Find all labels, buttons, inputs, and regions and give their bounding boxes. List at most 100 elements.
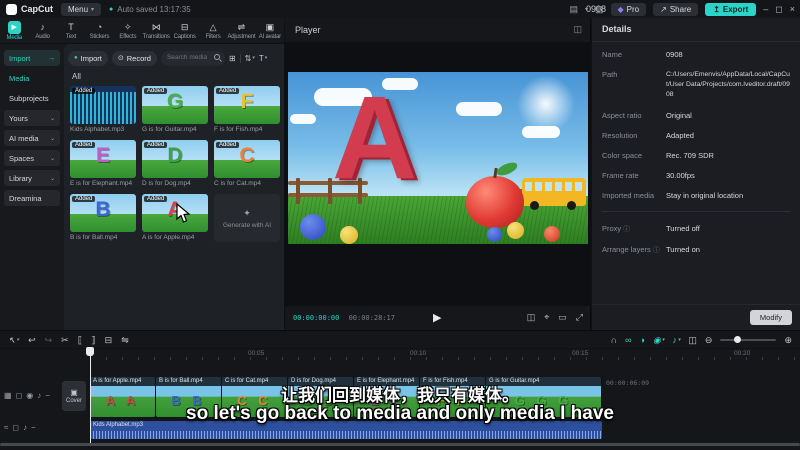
media-item-f-fish[interactable]: Added F F is for Fish.mp4	[214, 86, 280, 133]
filter-icon[interactable]: T ▾	[259, 54, 267, 63]
import-dot-icon: ●	[74, 55, 78, 61]
detail-row-proxy: Proxy ⓘ Turned off	[602, 223, 700, 233]
tab-ai-avatar[interactable]: ▣ AI avatar	[256, 18, 284, 43]
waveform-thumbnail	[70, 92, 136, 124]
chevron-down-icon: ⌄	[49, 135, 55, 142]
pro-diamond-icon: ◆	[617, 4, 624, 14]
zoom-slider-knob[interactable]	[734, 336, 742, 343]
sidebar-item-dreamina[interactable]: Dreamina	[4, 190, 60, 206]
tab-media[interactable]: ▶ Media	[0, 18, 28, 43]
media-item-a-apple[interactable]: Added A A is for Apple.mp4	[142, 194, 208, 241]
ball-blue	[300, 214, 326, 240]
zoom-out-icon[interactable]: ⊖	[705, 335, 713, 346]
detail-row-path: Path C:/Users/Emenvis/AppData/Local/CapCu…	[602, 70, 790, 98]
media-item-c-cat[interactable]: Added C C is for Cat.mp4	[214, 140, 280, 187]
export-button[interactable]: ↥ Export	[705, 2, 757, 16]
audio-waveform	[90, 431, 602, 439]
modify-button[interactable]: Modify	[749, 310, 792, 325]
share-button[interactable]: ↗ Share	[653, 2, 699, 16]
media-item-d-dog[interactable]: Added D D is for Dog.mp4	[142, 140, 208, 187]
tab-filters[interactable]: △ Filters	[199, 18, 227, 43]
minimize-button[interactable]: –	[763, 4, 768, 14]
tab-text[interactable]: T Text	[57, 18, 85, 43]
added-badge: Added	[72, 88, 96, 94]
tab-audio[interactable]: ♪ Audio	[28, 18, 56, 43]
preview-axis-icon[interactable]: ⌖	[544, 312, 549, 323]
import-media-button[interactable]: ● Import	[68, 50, 108, 66]
snapshot-icon[interactable]: ◫	[527, 312, 536, 323]
info-icon: ⓘ	[652, 246, 660, 254]
generate-with-ai-tile[interactable]: ✦ Generate with AI	[214, 194, 280, 242]
titlebar: CapCut Menu ▾ ● Auto saved 13:17:35 0908…	[0, 0, 800, 18]
search-input[interactable]	[166, 51, 211, 64]
school-bus	[522, 178, 586, 210]
layout-toggle-icon[interactable]: ▤	[569, 4, 578, 15]
added-badge: Added	[216, 142, 240, 148]
subtitle-english: so let's go back to media and only media…	[186, 403, 614, 424]
redo-icon[interactable]: ↪	[45, 335, 53, 346]
close-button[interactable]: ×	[790, 4, 795, 14]
menu-label: Menu	[68, 4, 89, 14]
sidebar-item-spaces[interactable]: Spaces ⌄	[4, 150, 60, 166]
sidebar-item-media[interactable]: Media	[4, 70, 60, 86]
magnet-snapping-icon[interactable]: ∩	[611, 335, 617, 345]
media-item-g-guitar[interactable]: Added G G is for Guitar.mp4	[142, 86, 208, 133]
playhead-handle[interactable]	[86, 347, 94, 356]
render-preview-icon[interactable]: ◫	[688, 335, 697, 346]
sidebar-item-yours[interactable]: Yours ⌄	[4, 110, 60, 126]
media-grid-area: ●Import ⊙Record ⊞ ⇅▾ T▾ All Added Kids A…	[64, 44, 284, 330]
sidebar-item-ai-media[interactable]: AI media ⌄	[4, 130, 60, 146]
export-label: Export	[722, 4, 749, 14]
select-tool-icon[interactable]: ↖ ▾	[8, 335, 19, 346]
sort-icon[interactable]: ⇅ ▾	[245, 54, 255, 63]
media-item-b-ball[interactable]: Added B B is for Ball.mp4	[70, 194, 136, 241]
zoom-in-icon[interactable]: ⊕	[784, 335, 792, 346]
sidebar-item-import[interactable]: Import →	[4, 50, 60, 66]
timeline-ruler[interactable]: 00:05 00:10 00:15 00:20	[0, 349, 800, 361]
media-item-e-elephant[interactable]: Added E E is for Elephant.mp4	[70, 140, 136, 187]
mirror-icon[interactable]: ⇋	[121, 335, 129, 346]
auto-ripple-icon[interactable]: ◑	[640, 335, 645, 345]
track-sound-icon[interactable]: ♪ ▾	[672, 335, 680, 345]
sidebar-item-subprojects[interactable]: Subprojects	[4, 90, 60, 106]
tab-transitions[interactable]: ⋈ Transitions	[142, 18, 170, 43]
play-button[interactable]: ▶	[433, 311, 441, 324]
video-preview[interactable]: A	[288, 72, 588, 244]
capcut-logo-icon	[6, 3, 17, 15]
undo-icon[interactable]: ↩	[28, 335, 36, 346]
pro-label: Pro	[626, 4, 640, 14]
menu-button[interactable]: Menu ▾	[61, 2, 102, 16]
pro-button[interactable]: ◆ Pro	[610, 2, 647, 16]
maximize-button[interactable]: ◻	[775, 4, 782, 15]
tab-effects[interactable]: ✧ Effects	[114, 18, 142, 43]
linked-clips-icon[interactable]: ∞	[625, 335, 631, 345]
media-item-kids-alphabet[interactable]: Added Kids Alphabet.mp3	[70, 86, 136, 133]
preview-axis-toggle-icon[interactable]: ◉ ▾	[653, 335, 664, 346]
cloud	[456, 102, 502, 116]
chevron-down-icon[interactable]: ▾	[585, 6, 588, 13]
added-badge: Added	[144, 142, 168, 148]
info-icon: ⓘ	[623, 225, 631, 233]
ai-avatar-icon: ▣	[265, 21, 275, 32]
record-button[interactable]: ⊙ Record	[111, 50, 157, 66]
added-badge: Added	[144, 196, 168, 202]
tab-adjustment[interactable]: ⇌ Adjustment	[227, 18, 255, 43]
captions-icon: ⊟	[180, 21, 189, 32]
tab-stickers[interactable]: ◔ Stickers	[85, 18, 113, 43]
delete-icon[interactable]: ⊟	[105, 335, 113, 346]
sidebar-item-library[interactable]: Library ⌄	[4, 170, 60, 186]
fullscreen-icon[interactable]: ⤢	[576, 312, 583, 323]
player-options-icon[interactable]: ◫	[573, 24, 582, 35]
ratio-icon[interactable]: ▭	[558, 312, 567, 323]
tab-captions[interactable]: ⊟ Captions	[170, 18, 198, 43]
delete-left-icon[interactable]: ⟦	[78, 335, 82, 346]
delete-right-icon[interactable]: ⟧	[91, 335, 95, 346]
timeline-zoom-slider[interactable]	[720, 335, 777, 345]
added-badge: Added	[72, 142, 96, 148]
panel-layout-icon[interactable]: ▥	[595, 4, 604, 15]
timeline-scrollbar[interactable]	[0, 443, 800, 446]
autosave-status: ● Auto saved 13:17:35	[109, 5, 191, 14]
split-icon[interactable]: ✂	[61, 335, 69, 346]
view-grid-icon[interactable]: ⊞	[229, 54, 236, 63]
toolbar-divider	[239, 53, 241, 63]
